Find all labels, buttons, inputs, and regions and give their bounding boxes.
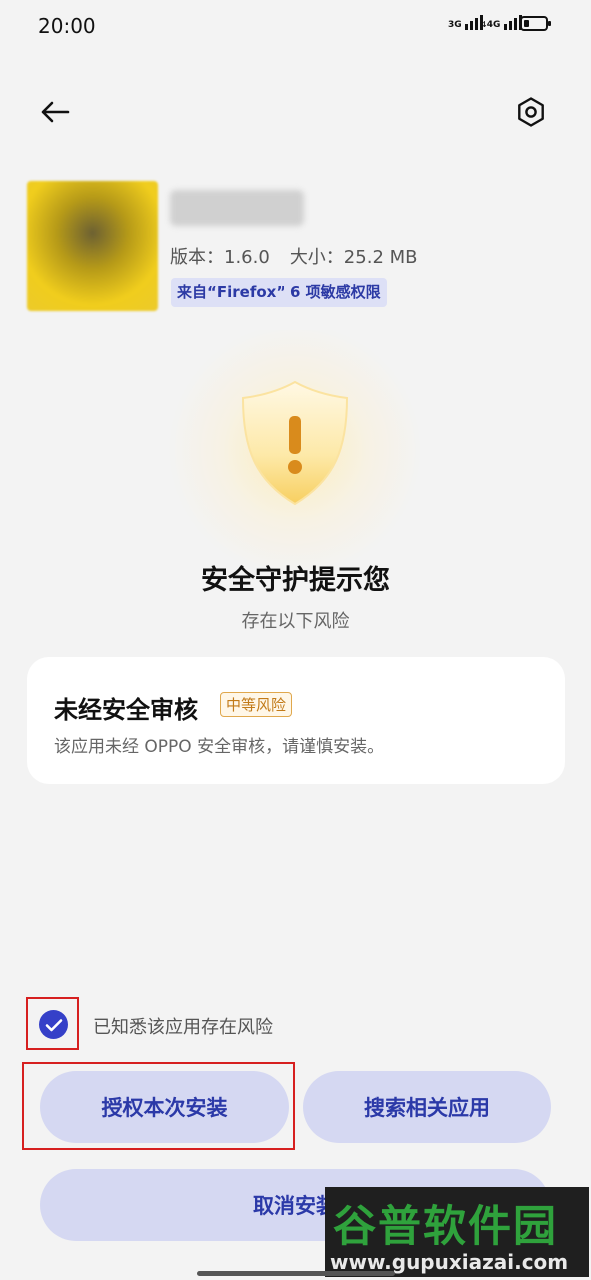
battery-icon [520,16,551,31]
app-meta: 版本：1.6.0 大小：25.2 MB [170,243,418,269]
app-version: 版本：1.6.0 [170,247,270,268]
risk-level-badge: 中等风险 [220,692,293,717]
app-name-redacted [170,190,304,226]
app-size: 大小：25.2 MB [289,247,418,268]
risk-card-description: 该应用未经 OPPO 安全审核，请谨慎安装。 [54,737,385,757]
search-related-apps-button[interactable]: 搜索相关应用 [303,1071,551,1143]
back-arrow-icon [41,101,70,123]
app-icon [27,181,158,311]
checkmark-icon [45,1018,62,1031]
settings-gear-icon [518,97,544,127]
acknowledge-checkbox[interactable] [39,1010,68,1039]
acknowledge-label[interactable]: 已知悉该应用存在风险 [93,1013,273,1039]
source-tag: 来自“Firefox” [171,278,293,307]
settings-button[interactable] [509,90,553,134]
back-button[interactable] [33,90,77,134]
authorize-highlight-outline [22,1062,295,1150]
signal-4g-label: 4G [486,20,501,30]
risk-card-title: 未经安全审核 [54,696,198,724]
signal-4g-icon: ⇅4G [480,14,522,30]
permission-tag[interactable]: 6 项敏感权限 [284,278,387,307]
status-bar: 20:00 3G ⇅4G [0,0,591,52]
warning-shield-icon [241,380,349,506]
security-title: 安全守护提示您 [201,565,390,596]
status-time: 20:00 [38,14,96,38]
signal-3g-label: 3G [448,20,462,30]
security-subtitle: 存在以下风险 [241,611,350,632]
signal-3g-icon: 3G [448,14,483,30]
watermark-brand: 谷普软件园 [333,1202,558,1252]
home-indicator[interactable] [197,1271,395,1276]
